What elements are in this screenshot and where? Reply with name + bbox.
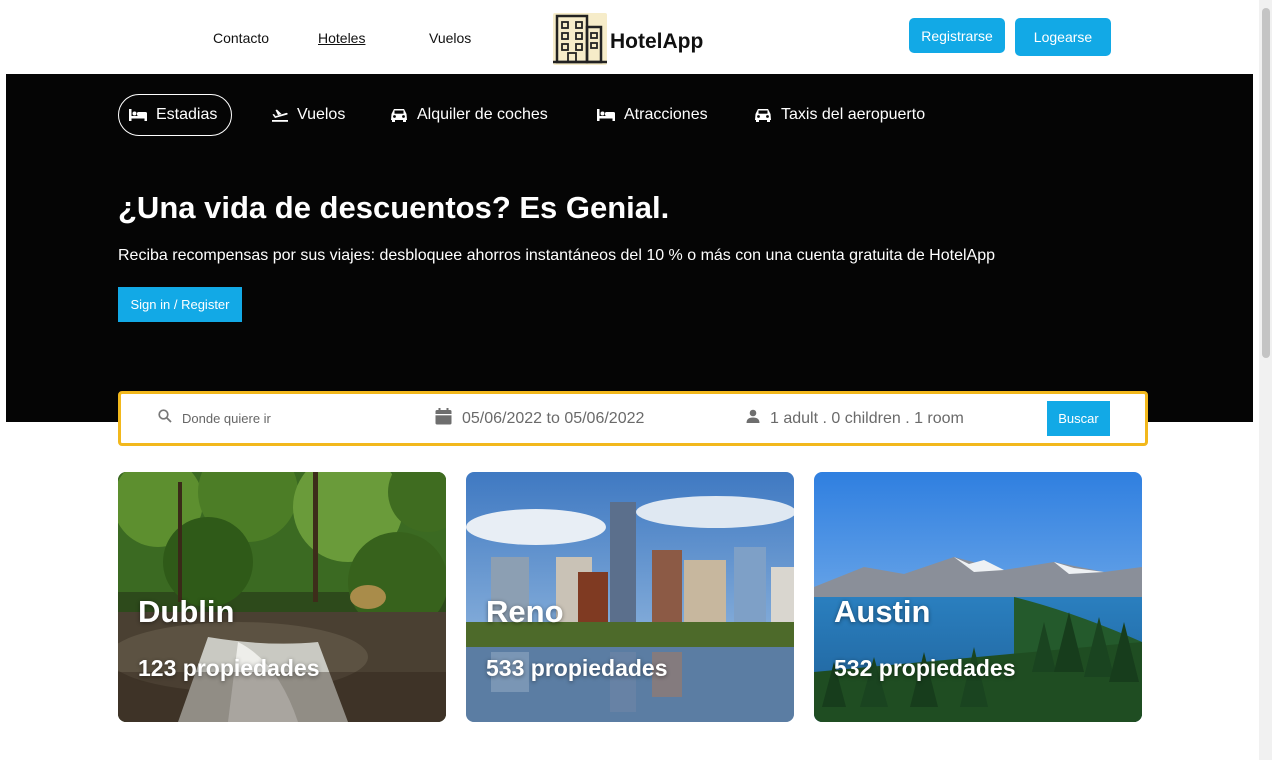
search-bar: 05/06/2022 to 05/06/2022 1 adult . 0 chi… [118,391,1148,446]
register-button[interactable]: Registrarse [909,18,1005,53]
tab-atracciones[interactable]: Atracciones [597,94,708,136]
card-city-name: Dublin [138,594,235,629]
search-icon [158,409,172,428]
card-city-name: Austin [834,594,931,629]
tab-label: Atracciones [624,106,708,123]
top-navbar: Contacto Hoteles Vuelos HotelApp Registr… [0,0,1253,74]
tab-label: Alquiler de coches [417,106,548,123]
card-property-count: 123 propiedades [138,655,320,681]
guests-field[interactable]: 1 adult . 0 children . 1 room [746,394,964,443]
tab-estadias[interactable]: Estadias [118,94,233,136]
sign-in-register-button[interactable]: Sign in / Register [118,287,242,322]
person-icon [746,409,760,428]
nav-link-contacto[interactable]: Contacto [213,30,269,46]
hero-subtitle: Reciba recompensas por sus viajes: desbl… [118,247,995,264]
destination-card-reno[interactable]: Reno 533 propiedades [466,472,794,722]
card-property-count: 532 propiedades [834,655,1016,681]
tab-taxis-aeropuerto[interactable]: Taxis del aeropuerto [754,94,925,136]
hotel-building-logo[interactable] [553,13,607,65]
date-range-field[interactable]: 05/06/2022 to 05/06/2022 [435,394,644,443]
destination-card-austin[interactable]: Austin 532 propiedades [814,472,1142,722]
destination-input[interactable] [182,411,382,426]
tab-alquiler-coches[interactable]: Alquiler de coches [390,94,548,136]
guests-value: 1 adult . 0 children . 1 room [770,409,964,427]
tab-label: Taxis del aeropuerto [781,106,926,123]
nav-link-vuelos[interactable]: Vuelos [429,30,471,46]
destination-card-dublin[interactable]: Dublin 123 propiedades [118,472,446,722]
destination-field[interactable] [158,394,382,443]
tab-label: Estadias [156,106,218,123]
tab-vuelos[interactable]: Vuelos [272,94,345,136]
hero-title: ¿Una vida de descuentos? Es Genial. [118,190,670,225]
search-submit-button[interactable]: Buscar [1047,401,1110,436]
bed-icon [129,109,147,121]
date-range-value: 05/06/2022 to 05/06/2022 [462,409,645,427]
plane-icon [272,108,288,122]
car-icon [754,108,772,122]
tab-label: Vuelos [297,106,346,123]
brand-name[interactable]: HotelApp [610,30,703,54]
calendar-icon [435,407,452,430]
bed-icon [597,109,615,121]
car-icon [390,108,408,122]
page-scrollbar-thumb[interactable] [1262,8,1270,358]
card-property-count: 533 propiedades [486,655,668,681]
login-button[interactable]: Logearse [1015,18,1111,56]
nav-link-hoteles[interactable]: Hoteles [318,30,365,46]
card-city-name: Reno [486,594,564,629]
